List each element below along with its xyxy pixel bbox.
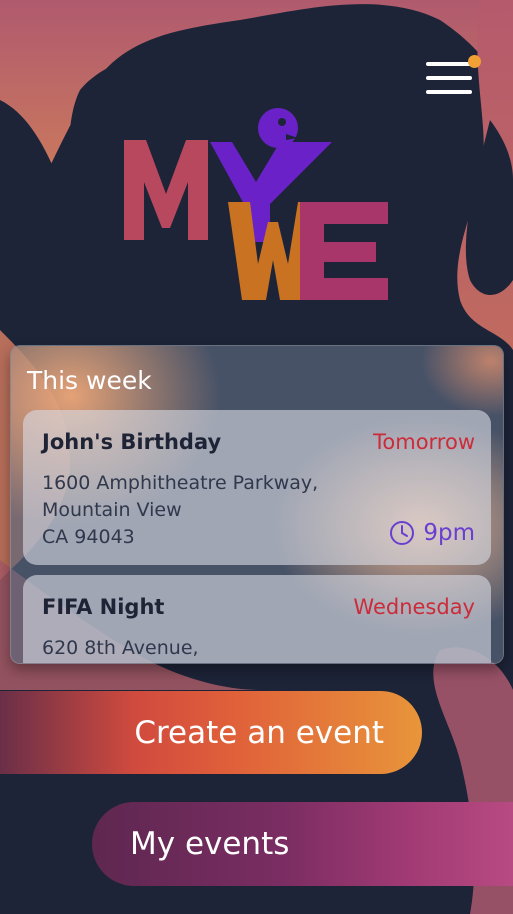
event-address-line: 620 8th Avenue,	[42, 637, 199, 659]
event-address-line: CA 94043	[42, 526, 135, 548]
event-name: FIFA Night	[42, 595, 165, 619]
my-events-button[interactable]: My events	[92, 802, 513, 886]
app-logo	[124, 108, 388, 300]
event-time: 9pm	[389, 520, 475, 546]
this-week-panel: This week John's Birthday Tomorrow 1600 …	[10, 345, 504, 664]
event-time-text: 9pm	[423, 520, 475, 546]
this-week-title: This week	[27, 366, 152, 395]
event-card-johns-birthday[interactable]: John's Birthday Tomorrow 1600 Amphitheat…	[23, 410, 491, 565]
event-name: John's Birthday	[42, 430, 222, 454]
clock-icon	[390, 521, 415, 545]
notification-dot-icon	[468, 55, 481, 68]
menu-button[interactable]	[424, 55, 481, 100]
event-day: Wednesday	[353, 595, 475, 619]
event-address: 620 8th Avenue,	[42, 635, 199, 662]
decorative-glow	[421, 346, 503, 416]
event-day: Tomorrow	[373, 430, 475, 454]
menu-bar	[426, 90, 472, 94]
event-address-line: Mountain View	[42, 499, 182, 521]
event-address: 1600 Amphitheatre Parkway, Mountain View…	[42, 470, 318, 551]
menu-bar	[426, 62, 472, 66]
event-card-fifa-night[interactable]: FIFA Night Wednesday 620 8th Avenue,	[23, 575, 491, 663]
create-event-button[interactable]: Create an event	[0, 691, 422, 774]
menu-bar	[426, 76, 472, 80]
event-address-line: 1600 Amphitheatre Parkway,	[42, 472, 319, 494]
